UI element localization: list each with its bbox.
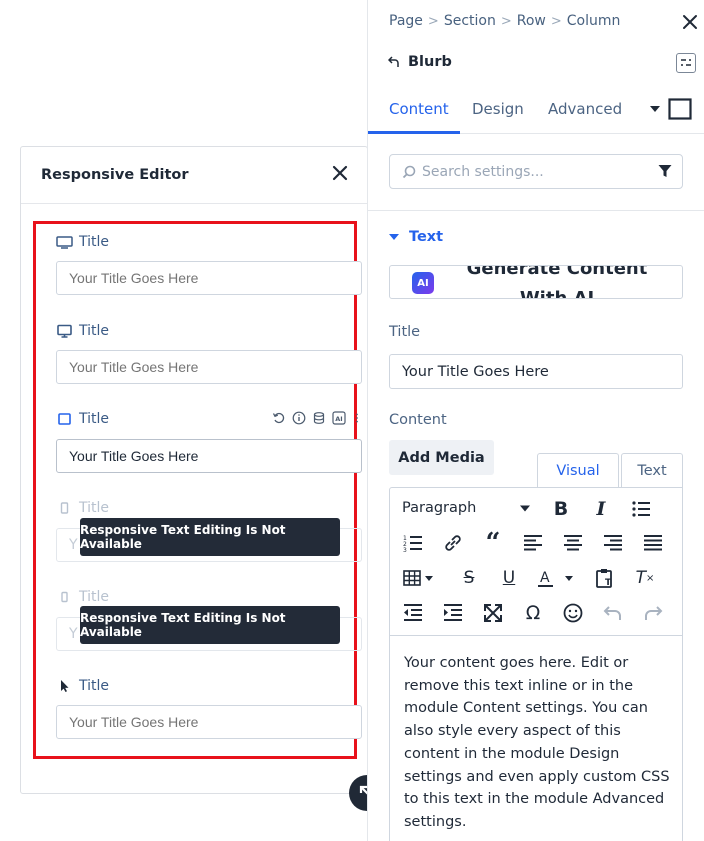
svg-text:AI: AI — [335, 415, 342, 423]
bold-icon[interactable]: B — [550, 498, 572, 520]
rich-text-editor: Paragraph B I 123 “ S U A T T × Ω Your c… — [389, 487, 683, 841]
underline-icon[interactable]: U — [498, 567, 520, 589]
settings-sidebar: Page > Section > Row > Column Blurb Cont… — [367, 0, 704, 841]
text-group-toggle[interactable]: Text — [389, 229, 443, 245]
blockquote-icon[interactable]: “ — [482, 528, 504, 558]
outdent-icon[interactable] — [402, 602, 424, 624]
undo-icon[interactable] — [602, 602, 624, 624]
emoji-icon[interactable] — [562, 602, 584, 624]
align-justify-icon[interactable] — [642, 532, 664, 554]
field-label-phone: Title — [56, 500, 109, 516]
chevron-right-icon: > — [550, 13, 562, 29]
field-label-desktop: Title — [56, 323, 109, 339]
link-icon[interactable] — [442, 532, 464, 554]
close-icon[interactable] — [331, 164, 349, 182]
fullscreen-icon[interactable] — [482, 602, 504, 624]
numbered-list-icon[interactable]: 123 — [402, 532, 424, 554]
field-tools: AI — [272, 411, 362, 425]
search-icon — [402, 165, 416, 178]
align-right-icon[interactable] — [602, 532, 624, 554]
redo-icon[interactable] — [642, 602, 664, 624]
text-color-icon[interactable]: A — [536, 567, 578, 589]
module-name: Blurb — [408, 54, 452, 70]
tab-design[interactable]: Design — [472, 100, 524, 118]
svg-text:T: T — [605, 578, 612, 588]
desktop-icon — [57, 324, 72, 338]
paste-text-icon[interactable]: T — [594, 567, 616, 589]
generate-ai-button[interactable]: AI Generate Content With AI — [389, 265, 683, 299]
title-input-tablet[interactable] — [56, 439, 362, 473]
editor-tab-text[interactable]: Text — [621, 453, 683, 488]
editor-tab-visual[interactable]: Visual — [537, 453, 619, 488]
content-field-label: Content — [389, 412, 447, 428]
field-label-hover: Title — [56, 678, 109, 694]
tab-content[interactable]: Content — [389, 100, 449, 118]
breadcrumb: Page > Section > Row > Column — [389, 13, 620, 29]
clear-formatting-icon[interactable]: T × — [634, 567, 656, 589]
indent-icon[interactable] — [442, 602, 464, 624]
reset-icon[interactable] — [272, 411, 286, 425]
search-section — [368, 134, 704, 211]
editor-toolbar: Paragraph B I 123 “ S U A T T × Ω — [390, 488, 682, 636]
add-media-button[interactable]: Add Media — [389, 440, 494, 475]
more-vertical-icon[interactable] — [352, 411, 362, 425]
field-label-desktop-wide: Title — [56, 234, 109, 250]
breadcrumb-page[interactable]: Page — [389, 13, 423, 29]
editor-content[interactable]: Your content goes here. Edit or remove t… — [404, 652, 676, 834]
svg-text:A: A — [540, 570, 550, 586]
settings-tabs: Content Design Advanced — [368, 88, 704, 134]
svg-text:3: 3 — [403, 547, 407, 554]
module-options-button[interactable] — [676, 53, 696, 73]
desktop-wide-icon — [56, 236, 73, 249]
special-character-icon[interactable]: Ω — [522, 602, 544, 624]
search-box — [389, 154, 683, 189]
align-center-icon[interactable] — [562, 532, 584, 554]
ai-badge-icon: AI — [412, 272, 434, 294]
module-header: Blurb — [388, 54, 452, 70]
database-icon[interactable] — [312, 411, 326, 425]
breadcrumb-column[interactable]: Column — [567, 13, 621, 29]
tab-extra-controls — [650, 98, 692, 120]
strikethrough-icon[interactable]: S — [458, 567, 480, 589]
caret-down-icon — [520, 505, 530, 511]
breadcrumb-row[interactable]: Row — [517, 13, 546, 29]
responsive-editor-title: Responsive Editor — [41, 167, 189, 183]
table-icon[interactable] — [402, 567, 436, 589]
title-input-desktop-wide[interactable] — [56, 261, 362, 295]
bullet-list-icon[interactable] — [630, 498, 652, 520]
align-left-icon[interactable] — [522, 532, 544, 554]
cursor-icon — [61, 680, 69, 692]
title-field-input[interactable]: Your Title Goes Here — [389, 354, 683, 389]
responsive-editor-header: Responsive Editor — [21, 147, 367, 204]
sliders-icon — [681, 59, 691, 66]
breadcrumb-section[interactable]: Section — [444, 13, 496, 29]
field-label-tablet: Title — [56, 411, 109, 427]
not-available-tooltip: Responsive Text Editing Is Not Available — [80, 606, 340, 644]
title-input-desktop[interactable] — [56, 350, 362, 384]
chevron-right-icon: > — [427, 13, 439, 29]
generate-ai-label: Generate Content With AI — [466, 265, 648, 299]
responsive-editor-panel: Responsive Editor Title Title Title AI — [20, 146, 368, 794]
caret-down-icon — [389, 234, 399, 240]
phone-icon — [60, 502, 69, 514]
expand-panel-icon[interactable] — [668, 98, 692, 120]
italic-icon[interactable]: I — [590, 498, 612, 520]
ai-icon[interactable]: AI — [332, 411, 346, 425]
info-icon[interactable] — [292, 411, 306, 425]
search-input[interactable] — [422, 163, 652, 180]
back-arrow-icon[interactable] — [388, 56, 400, 68]
phone-small-icon — [61, 591, 68, 603]
caret-down-icon[interactable] — [650, 105, 660, 113]
tab-advanced[interactable]: Advanced — [548, 100, 622, 118]
not-available-tooltip: Responsive Text Editing Is Not Available — [80, 518, 340, 556]
tablet-icon — [58, 413, 71, 425]
field-label-phone-small: Title — [56, 589, 109, 605]
paragraph-format-select[interactable]: Paragraph — [402, 500, 530, 516]
filter-icon[interactable] — [658, 164, 672, 178]
chevron-right-icon: > — [500, 13, 512, 29]
responsive-fields-highlight: Title Title Title AI Title Y Responsive … — [33, 221, 362, 759]
close-icon[interactable] — [682, 14, 698, 30]
title-input-hover[interactable] — [56, 705, 362, 739]
title-field-label: Title — [389, 324, 421, 340]
